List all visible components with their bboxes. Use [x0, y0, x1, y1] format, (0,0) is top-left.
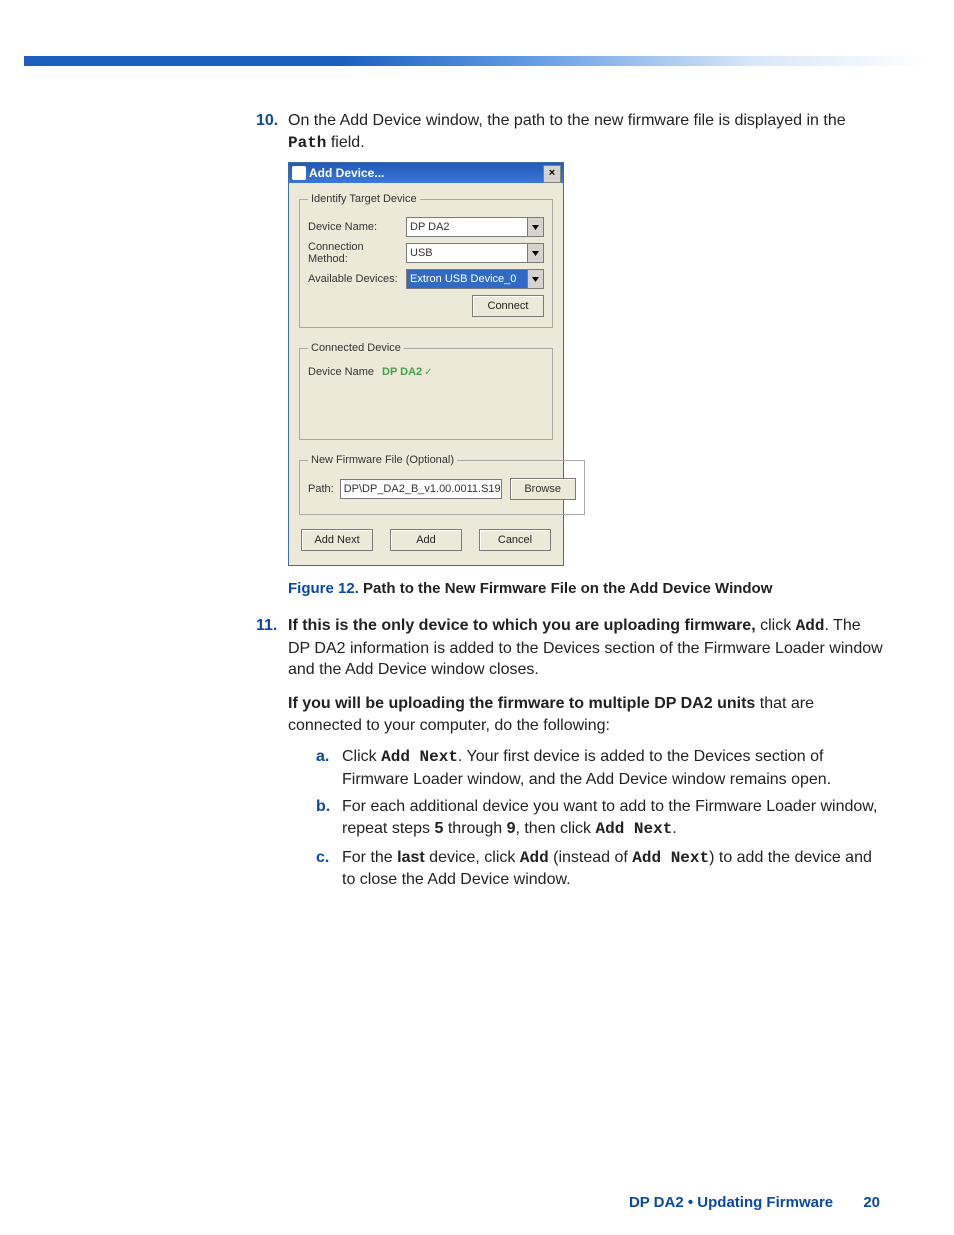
footer-section: DP DA2 • Updating Firmware: [629, 1194, 833, 1211]
code-add: Add: [520, 849, 549, 867]
group-label: Identify Target Device: [308, 193, 420, 205]
step-11: 11. If this is the only device to which …: [256, 615, 884, 681]
chevron-down-icon: [527, 244, 543, 262]
check-icon: ✓: [424, 367, 432, 378]
substep-a: a. Click Add Next. Your first device is …: [316, 746, 884, 790]
device-name-dropdown[interactable]: DP DA2: [406, 217, 544, 237]
text: For the: [342, 849, 397, 866]
group-connected-device: Connected Device Device Name DP DA2 ✓: [299, 342, 553, 440]
figure-title: Path to the New Firmware File on the Add…: [363, 580, 772, 597]
add-next-button[interactable]: Add Next: [301, 529, 373, 551]
path-input[interactable]: DP\DP_DA2_B_v1.00.0011.S19: [340, 479, 502, 499]
chevron-down-icon: [527, 270, 543, 288]
code-add-next: Add Next: [381, 748, 458, 766]
figure-label: Figure 12.: [288, 580, 359, 597]
cancel-button[interactable]: Cancel: [479, 529, 551, 551]
available-devices-label: Available Devices:: [308, 273, 406, 285]
code-path: Path: [288, 134, 326, 152]
text-bold: If this is the only device to which you …: [288, 617, 756, 634]
text: device, click: [425, 849, 520, 866]
text: field.: [326, 134, 364, 151]
text: through: [443, 820, 506, 837]
close-icon[interactable]: ×: [543, 165, 561, 183]
substep-marker: c.: [316, 849, 329, 866]
page-content: 10. On the Add Device window, the path t…: [256, 110, 884, 897]
step-10: 10. On the Add Device window, the path t…: [256, 110, 884, 154]
substep-c: c. For the last device, click Add (inste…: [316, 847, 884, 891]
add-button[interactable]: Add: [390, 529, 462, 551]
group-identify-target-device: Identify Target Device Device Name: DP D…: [299, 193, 553, 328]
text: click: [756, 617, 796, 634]
substep-marker: b.: [316, 798, 330, 815]
window-titlebar: Add Device... ×: [289, 163, 563, 183]
text: .: [672, 820, 676, 837]
step-11-text: If this is the only device to which you …: [288, 615, 884, 681]
code-add-next: Add Next: [632, 849, 709, 867]
connected-device-name-value: DP DA2: [382, 366, 422, 378]
connect-button[interactable]: Connect: [472, 295, 544, 317]
code-add-next: Add Next: [596, 820, 673, 838]
input-value: DP\DP_DA2_B_v1.00.0011.S19: [344, 483, 501, 495]
connection-method-label: Connection Method:: [308, 241, 406, 265]
footer-page-number: 20: [863, 1194, 880, 1211]
code-add: Add: [796, 617, 825, 635]
chevron-down-icon: [527, 218, 543, 236]
figure-caption: Figure 12. Path to the New Firmware File…: [288, 580, 884, 597]
dropdown-value: DP DA2: [410, 221, 450, 233]
substep-marker: a.: [316, 748, 329, 765]
substep-b-text: For each additional device you want to a…: [342, 796, 884, 840]
connection-method-dropdown[interactable]: USB: [406, 243, 544, 263]
group-label: New Firmware File (Optional): [308, 454, 457, 466]
add-device-window: Add Device... × Identify Target Device D…: [288, 162, 564, 566]
text-bold: last: [397, 849, 425, 866]
window-title: Add Device...: [309, 166, 384, 180]
dialog-button-row: Add Next Add Cancel: [299, 529, 553, 551]
page-footer: DP DA2 • Updating Firmware 20: [629, 1194, 880, 1211]
device-name-label: Device Name:: [308, 221, 406, 233]
text: , then click: [515, 820, 595, 837]
step-11-multi-intro: If you will be uploading the firmware to…: [288, 693, 884, 736]
text: (instead of: [549, 849, 633, 866]
path-label: Path:: [308, 483, 334, 495]
text-bold: If you will be uploading the firmware to…: [288, 695, 755, 712]
available-devices-dropdown[interactable]: Extron USB Device_0: [406, 269, 544, 289]
dropdown-value: USB: [410, 247, 433, 259]
header-accent-bar: [24, 56, 930, 66]
dropdown-value: Extron USB Device_0: [410, 273, 516, 285]
substep-a-text: Click Add Next. Your first device is add…: [342, 746, 884, 790]
substep-b: b. For each additional device you want t…: [316, 796, 884, 840]
text: On the Add Device window, the path to th…: [288, 112, 846, 129]
browse-button[interactable]: Browse: [510, 478, 576, 500]
text: Click: [342, 748, 381, 765]
step-number: 11.: [256, 617, 277, 634]
step-10-text: On the Add Device window, the path to th…: [288, 110, 884, 154]
app-icon: [292, 166, 306, 180]
substep-c-text: For the last device, click Add (instead …: [342, 847, 884, 891]
group-new-firmware-file: New Firmware File (Optional) Path: DP\DP…: [299, 454, 585, 515]
group-label: Connected Device: [308, 342, 404, 354]
connected-device-name-label: Device Name: [308, 366, 382, 378]
step-number: 10.: [256, 112, 278, 129]
